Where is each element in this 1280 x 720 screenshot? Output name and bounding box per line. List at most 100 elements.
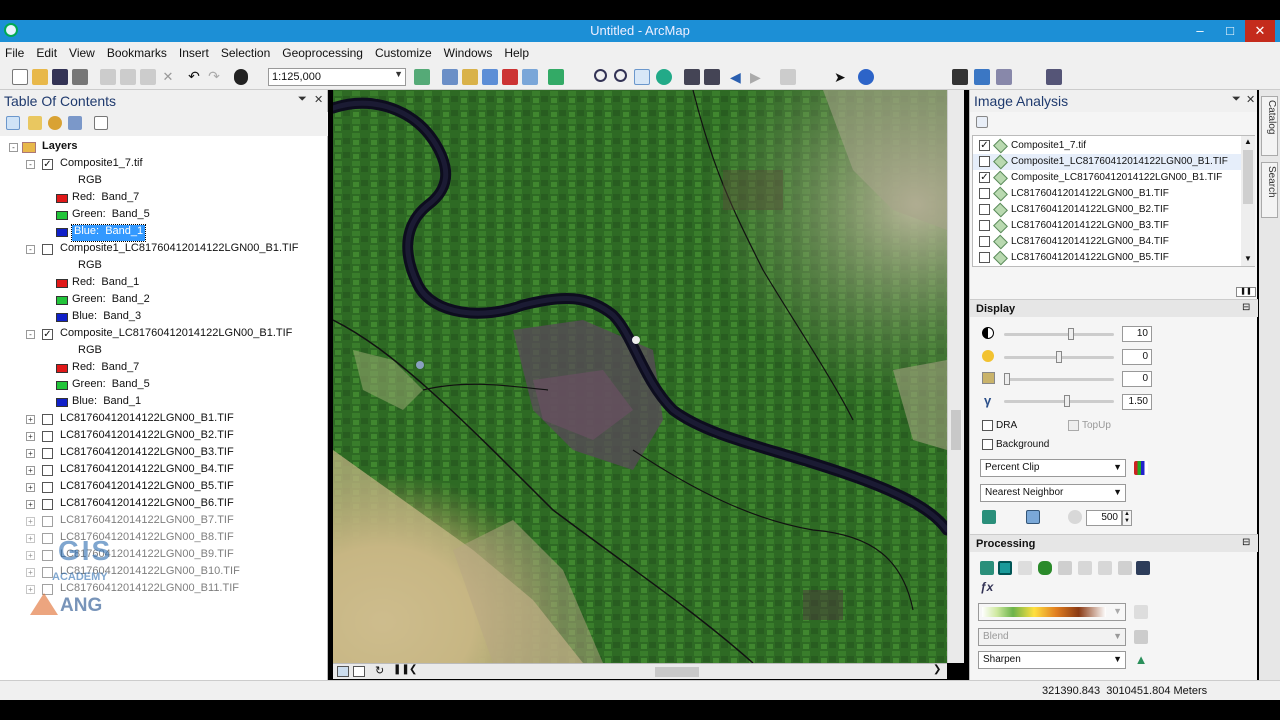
search-tab[interactable]: Search — [1261, 162, 1278, 218]
gamma-slider-knob[interactable] — [1064, 395, 1071, 407]
refresh-icon[interactable]: ↻ — [375, 664, 384, 677]
menu-bookmarks[interactable]: Bookmarks — [101, 42, 173, 60]
paste-icon[interactable] — [140, 69, 156, 85]
catalog-tab[interactable]: Catalog — [1261, 96, 1278, 156]
blend-select[interactable]: Blend ▼ — [978, 628, 1126, 646]
filter-icon[interactable] — [1058, 561, 1072, 575]
close-button[interactable]: ✕ — [1245, 20, 1275, 42]
table-of-contents-icon[interactable] — [442, 69, 458, 85]
scroll-right-icon[interactable]: ❯ — [933, 664, 941, 675]
toc-layer-name[interactable]: LC81760412014122LGN00_B2.TIF — [60, 429, 234, 445]
image-analysis-layer-row[interactable]: LC81760412014122LGN00_B1.TIF — [973, 186, 1241, 202]
print-icon[interactable] — [72, 69, 88, 85]
green-channel-swatch[interactable] — [56, 211, 68, 220]
gamma-slider[interactable] — [1004, 395, 1114, 407]
layer-visibility-checkbox[interactable] — [42, 465, 53, 476]
toc-layer-name[interactable]: LC81760412014122LGN00_B3.TIF — [60, 446, 234, 462]
measure-icon[interactable] — [974, 69, 990, 85]
dra-checkbox[interactable] — [982, 420, 993, 431]
dpi-value[interactable]: 500 — [1086, 510, 1122, 526]
mosaic-icon[interactable] — [1018, 561, 1032, 575]
layer-checkbox[interactable]: ✓ — [979, 172, 990, 183]
options-icon[interactable] — [94, 116, 108, 130]
layer-visibility-checkbox[interactable] — [42, 499, 53, 510]
scroll-down-icon[interactable]: ▼ — [1244, 254, 1252, 263]
copy-icon[interactable] — [120, 69, 136, 85]
image-analysis-layer-row[interactable]: ✓ Composite1_7.tif — [973, 138, 1241, 154]
map-vertical-scrollbar[interactable] — [947, 90, 964, 663]
toc-layer-name[interactable]: LC81760412014122LGN00_B7.TIF — [60, 514, 234, 530]
layer-checkbox[interactable] — [979, 204, 990, 215]
layer-visibility-checkbox[interactable] — [42, 431, 53, 442]
blue-channel-row[interactable]: Blue: Band_3 — [72, 310, 141, 326]
cut-icon[interactable] — [100, 69, 116, 85]
color-ramp-select[interactable]: ▼ — [978, 603, 1126, 621]
layer-checkbox[interactable] — [979, 188, 990, 199]
layer-expand-icon[interactable]: + — [26, 483, 35, 492]
select-features-icon[interactable] — [780, 69, 796, 85]
layer-checkbox[interactable] — [979, 252, 990, 263]
export-icon[interactable] — [1136, 561, 1150, 575]
select-elements-icon[interactable]: ➤ — [834, 69, 850, 85]
contrast-slider[interactable] — [1004, 328, 1114, 340]
scroll-left-icon[interactable]: ❮ — [409, 664, 417, 675]
open-icon[interactable] — [32, 69, 48, 85]
pause-drawing-icon[interactable]: ❚❚ — [393, 664, 410, 675]
redo-icon[interactable]: ↷ — [206, 69, 222, 85]
identify-icon[interactable] — [858, 69, 874, 85]
layer-expand-icon[interactable]: + — [26, 415, 35, 424]
list-by-selection-icon[interactable] — [68, 116, 82, 130]
layer-list-resize-icon[interactable]: ❚❚ — [1236, 287, 1256, 297]
time-slider-icon[interactable] — [1046, 69, 1062, 85]
topup-checkbox[interactable] — [1068, 420, 1079, 431]
layer-checkbox[interactable]: ✓ — [979, 140, 990, 151]
layer-collapse-icon[interactable]: - — [26, 330, 35, 339]
list-by-drawing-order-icon[interactable] — [6, 116, 20, 130]
forward-extent-icon[interactable]: ▶ — [750, 69, 766, 85]
function-icon[interactable]: ƒx — [980, 580, 993, 594]
hyperlink-icon[interactable] — [996, 69, 1012, 85]
gamma-value[interactable]: 1.50 — [1122, 394, 1152, 410]
undo-icon[interactable]: ↶ — [186, 69, 202, 85]
menu-view[interactable]: View — [63, 42, 101, 60]
toc-root-label[interactable]: Layers — [42, 140, 77, 156]
brightness-value[interactable]: 0 — [1122, 349, 1152, 365]
menu-customize[interactable]: Customize — [369, 42, 438, 60]
image-analysis-layer-row[interactable]: LC81760412014122LGN00_B2.TIF — [973, 202, 1241, 218]
image-analysis-layer-row[interactable]: LC81760412014122LGN00_B4.TIF — [973, 234, 1241, 250]
background-checkbox[interactable] — [982, 439, 993, 450]
contrast-value[interactable]: 10 — [1122, 326, 1152, 342]
zoom-out-icon[interactable] — [614, 69, 627, 82]
color-ramp-options-icon[interactable] — [1134, 605, 1148, 619]
menu-file[interactable]: File — [0, 42, 30, 60]
shaded-relief-icon[interactable] — [1078, 561, 1092, 575]
pan-icon[interactable] — [634, 69, 650, 85]
collapse-icon[interactable]: ⊟ — [1242, 302, 1250, 313]
red-channel-swatch[interactable] — [56, 279, 68, 288]
layer-checkbox[interactable] — [979, 220, 990, 231]
flicker-icon[interactable] — [1026, 510, 1040, 524]
scroll-thumb[interactable] — [951, 410, 961, 450]
maximize-button[interactable]: □ — [1215, 20, 1245, 42]
swipe-layer-icon[interactable] — [982, 510, 996, 524]
editor-toolbar-icon[interactable] — [414, 69, 430, 85]
blue-channel-swatch[interactable] — [56, 313, 68, 322]
clip-icon[interactable] — [980, 561, 994, 575]
blue-channel-swatch[interactable] — [56, 398, 68, 407]
green-channel-swatch[interactable] — [56, 296, 68, 305]
image-analysis-layer-row[interactable]: Composite1_LC81760412014122LGN00_B1.TIF — [973, 154, 1241, 170]
transparency-slider[interactable] — [1004, 373, 1114, 385]
blue-channel-row[interactable]: Blue: Band_1 — [72, 395, 141, 411]
brightness-slider[interactable] — [1004, 351, 1114, 363]
data-view-icon[interactable] — [337, 666, 349, 677]
minimize-button[interactable]: – — [1185, 20, 1215, 42]
layer-expand-icon[interactable]: + — [26, 432, 35, 441]
python-window-icon[interactable] — [522, 69, 538, 85]
sharpen-icon[interactable]: ▲ — [1134, 653, 1148, 667]
add-data-icon[interactable] — [234, 69, 248, 85]
close-icon[interactable]: ✕ — [314, 93, 323, 106]
histogram-icon[interactable] — [1134, 461, 1148, 475]
differencing-icon[interactable] — [1118, 561, 1132, 575]
layer-collapse-icon[interactable]: - — [26, 245, 35, 254]
red-channel-swatch[interactable] — [56, 194, 68, 203]
